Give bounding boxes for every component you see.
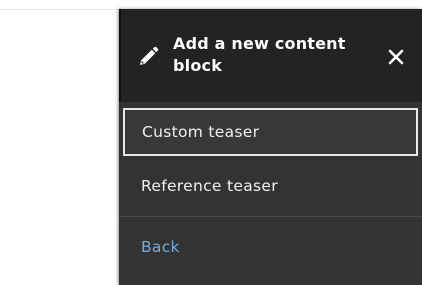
menu-item-custom-teaser[interactable]: Custom teaser bbox=[123, 108, 418, 156]
tray-title: Add a new content block bbox=[173, 34, 346, 75]
menu-item-label: Custom teaser bbox=[142, 123, 260, 141]
back-link[interactable]: Back bbox=[141, 236, 180, 258]
pencil-icon bbox=[140, 46, 159, 65]
menu-item-reference-teaser[interactable]: Reference teaser bbox=[119, 160, 422, 217]
off-canvas-tray: Add a new content block Custom teaser Re… bbox=[119, 9, 422, 285]
content-block-menu: Custom teaser Reference teaser bbox=[119, 102, 422, 217]
close-icon[interactable] bbox=[386, 47, 406, 67]
tray-header: Add a new content block bbox=[119, 9, 422, 102]
top-divider bbox=[0, 9, 120, 10]
page: Add a new content block Custom teaser Re… bbox=[0, 0, 422, 285]
menu-item-label: Reference teaser bbox=[141, 177, 278, 195]
